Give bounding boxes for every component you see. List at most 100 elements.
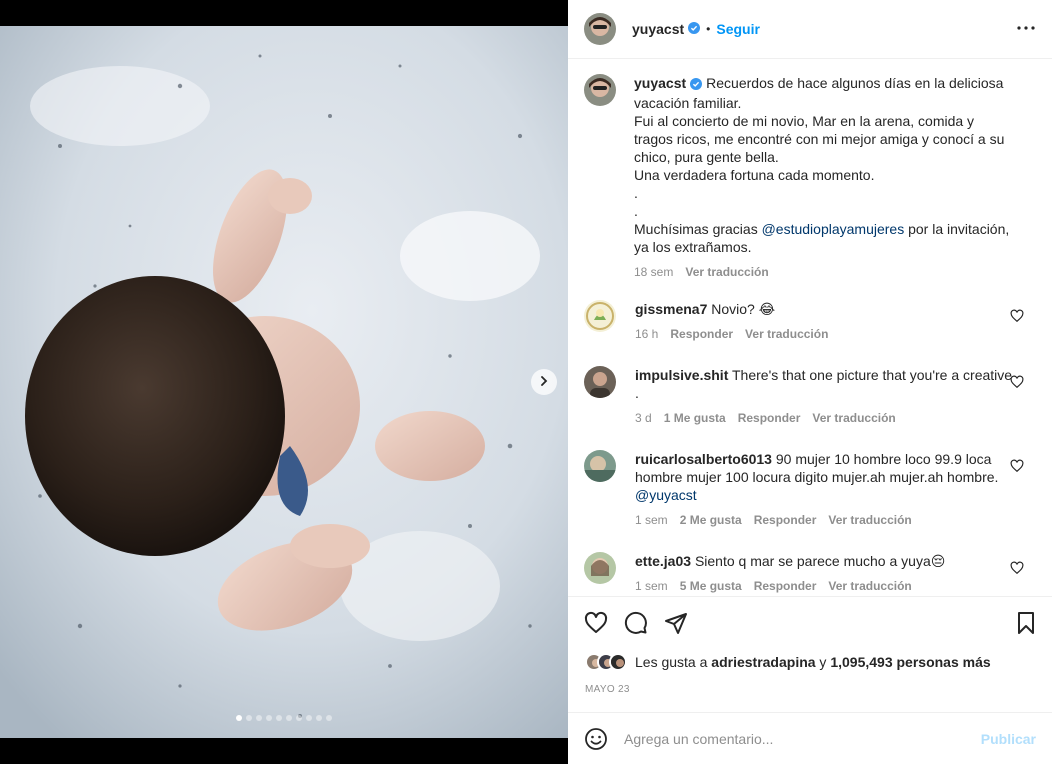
caption-text: por la invitación,	[904, 221, 1010, 237]
carousel-dot	[326, 715, 332, 721]
save-bookmark-icon[interactable]	[1014, 611, 1038, 635]
carousel-dot	[266, 715, 272, 721]
translate-link[interactable]: Ver traducción	[745, 326, 828, 342]
comment-form: Publicar	[568, 712, 1052, 764]
comment-likes[interactable]: 5 Me gusta	[680, 578, 742, 594]
carousel-indicator	[0, 715, 568, 721]
like-comment-heart-icon[interactable]	[1010, 375, 1024, 389]
more-options-icon[interactable]	[1016, 20, 1036, 40]
comment-item: ruicarlosalberto6013 90 mujer 10 hombre …	[584, 450, 1036, 528]
like-comment-heart-icon[interactable]	[1010, 309, 1024, 323]
carousel-next-button[interactable]	[531, 369, 557, 395]
post-actions: Les gusta a adriestradapina y 1,095,493 …	[568, 596, 1052, 712]
verified-badge-icon	[690, 76, 703, 94]
commenter-avatar[interactable]	[584, 300, 616, 332]
likes-prefix: Les gusta a	[635, 654, 712, 670]
commenter-avatar[interactable]	[584, 552, 616, 584]
caption-text: Una verdadera fortuna cada momento.	[634, 167, 875, 183]
comment-input[interactable]	[624, 730, 964, 747]
like-heart-icon[interactable]	[584, 611, 608, 635]
translate-link[interactable]: Ver traducción	[812, 410, 895, 426]
caption-meta: 18 sem Ver traducción	[634, 264, 1034, 280]
comment-body: impulsive.shit There's that one picture …	[635, 366, 1015, 426]
post-modal: yuyacst • Seguir yuyacst Recuerdos de hac…	[0, 0, 1052, 764]
likes-summary[interactable]: Les gusta a adriestradapina y 1,095,493 …	[585, 653, 991, 671]
caption-author-avatar[interactable]	[584, 74, 616, 106]
comment-item: gissmena7 Novio? 😂 16 h Responder Ver tr…	[584, 300, 1036, 342]
comment-username[interactable]: gissmena7	[635, 301, 707, 317]
caption-text: Fui al concierto de mi novio, Mar en la …	[634, 113, 975, 129]
verified-badge-icon	[688, 21, 701, 37]
carousel-dot	[236, 715, 242, 721]
caption-text: .	[634, 185, 638, 201]
caption-body: yuyacst Recuerdos de hace algunos días en…	[634, 74, 1034, 280]
follow-button[interactable]: Seguir	[716, 21, 760, 37]
comment-body: ruicarlosalberto6013 90 mujer 10 hombre …	[635, 450, 1015, 528]
reply-link[interactable]: Responder	[754, 578, 817, 594]
liker-username[interactable]: adriestradapina	[711, 654, 815, 670]
comment-time: 16 h	[635, 327, 659, 341]
caption-text: ya los extrañamos.	[634, 239, 752, 255]
post-caption: yuyacst Recuerdos de hace algunos días en…	[584, 74, 1036, 280]
comment-mention-link[interactable]: @yuyacst	[635, 487, 697, 503]
publish-button[interactable]: Publicar	[981, 731, 1036, 747]
commenter-avatar[interactable]	[584, 450, 616, 482]
carousel-dot	[276, 715, 282, 721]
carousel-dot	[306, 715, 312, 721]
chevron-right-icon	[538, 374, 550, 390]
caption-time: 18 sem	[634, 265, 674, 279]
comment-text: Novio? 😂	[711, 301, 776, 317]
post-date: MAYO 23	[585, 684, 630, 695]
comment-time: 1 sem	[635, 513, 668, 527]
emoji-smiley-icon[interactable]	[584, 727, 608, 751]
comment-bubble-icon[interactable]	[624, 611, 648, 635]
author-username[interactable]: yuyacst	[632, 21, 684, 37]
liker-avatar	[609, 653, 627, 671]
caption-text: .	[634, 203, 638, 219]
comment-username[interactable]: ette.ja03	[635, 553, 691, 569]
commenter-avatar[interactable]	[584, 366, 616, 398]
translate-link[interactable]: Ver traducción	[685, 264, 768, 280]
caption-text: vacación familiar.	[634, 95, 742, 111]
caption-text: Recuerdos de hace algunos días en la del…	[706, 75, 1004, 91]
post-media	[0, 0, 568, 764]
comment-item: ette.ja03 Siento q mar se parece mucho a…	[584, 552, 1036, 594]
like-comment-heart-icon[interactable]	[1010, 459, 1024, 473]
comment-username[interactable]: ruicarlosalberto6013	[635, 451, 772, 467]
translate-link[interactable]: Ver traducción	[828, 512, 911, 528]
post-header: yuyacst • Seguir	[568, 0, 1052, 59]
caption-username[interactable]: yuyacst	[634, 75, 686, 91]
comment-item: impulsive.shit There's that one picture …	[584, 366, 1036, 426]
comment-time: 3 d	[635, 411, 652, 425]
comment-meta: 1 sem 2 Me gusta Responder Ver traducció…	[635, 512, 1015, 528]
share-paper-plane-icon[interactable]	[664, 611, 688, 635]
comments-scroll-area[interactable]: yuyacst Recuerdos de hace algunos días en…	[568, 60, 1052, 595]
caption-text: chico, pura gente bella.	[634, 149, 779, 165]
comment-likes[interactable]: 1 Me gusta	[664, 410, 726, 426]
post-photo[interactable]	[0, 26, 568, 738]
carousel-dot	[286, 715, 292, 721]
likes-connector: y	[815, 654, 831, 670]
post-side-panel: yuyacst • Seguir yuyacst Recuerdos de hac…	[568, 0, 1052, 764]
comment-text: Siento q mar se parece mucho a yuya😔	[694, 553, 946, 569]
comment-meta: 3 d 1 Me gusta Responder Ver traducción	[635, 410, 1015, 426]
comment-meta: 1 sem 5 Me gusta Responder Ver traducció…	[635, 578, 1015, 594]
caption-text: tragos ricos, me encontré con mi mejor a…	[634, 131, 1005, 147]
reply-link[interactable]: Responder	[754, 512, 817, 528]
likes-count[interactable]: 1,095,493 personas más	[830, 654, 990, 670]
separator-dot: •	[706, 22, 711, 36]
author-avatar[interactable]	[584, 13, 616, 45]
caption-mention-link[interactable]: @estudioplayamujeres	[762, 221, 905, 237]
carousel-dot	[256, 715, 262, 721]
reply-link[interactable]: Responder	[738, 410, 801, 426]
carousel-dot	[316, 715, 322, 721]
like-comment-heart-icon[interactable]	[1010, 561, 1024, 575]
comment-body: ette.ja03 Siento q mar se parece mucho a…	[635, 552, 1015, 594]
translate-link[interactable]: Ver traducción	[828, 578, 911, 594]
comment-likes[interactable]: 2 Me gusta	[680, 512, 742, 528]
carousel-dot	[296, 715, 302, 721]
comment-body: gissmena7 Novio? 😂 16 h Responder Ver tr…	[635, 300, 1015, 342]
reply-link[interactable]: Responder	[670, 326, 733, 342]
comment-time: 1 sem	[635, 579, 668, 593]
comment-username[interactable]: impulsive.shit	[635, 367, 728, 383]
